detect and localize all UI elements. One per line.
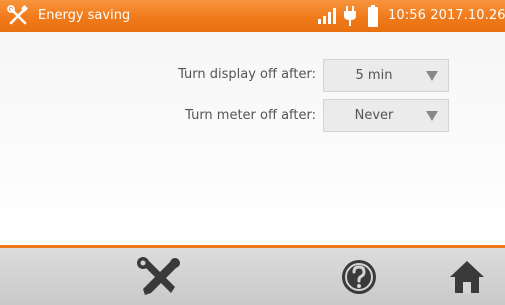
dropdown-arrow-icon bbox=[426, 111, 438, 121]
tools-icon bbox=[137, 256, 180, 295]
meter-off-label: Turn meter off after: bbox=[185, 108, 316, 123]
plug-icon bbox=[344, 6, 356, 26]
tools-button[interactable] bbox=[124, 248, 194, 305]
page-title: Energy saving bbox=[38, 8, 131, 23]
display-off-label: Turn display off after: bbox=[178, 67, 316, 82]
signal-icon bbox=[318, 8, 336, 24]
display-off-select[interactable]: 5 min bbox=[323, 59, 449, 92]
home-button[interactable] bbox=[432, 248, 502, 305]
tools-icon bbox=[7, 5, 29, 25]
help-button[interactable] bbox=[324, 248, 394, 305]
meter-off-value: Never bbox=[354, 108, 394, 123]
settings-panel: Turn display off after: 5 min Turn meter… bbox=[0, 32, 505, 245]
help-icon bbox=[342, 259, 376, 294]
date-time: 10:56 2017.10.26 bbox=[388, 8, 505, 23]
battery-icon bbox=[368, 5, 378, 27]
meter-off-select[interactable]: Never bbox=[323, 99, 449, 132]
dropdown-arrow-icon bbox=[426, 71, 438, 81]
display-off-value: 5 min bbox=[355, 68, 393, 83]
title-bar: Energy saving 10:56 2017.10.26 bbox=[0, 0, 505, 32]
home-icon bbox=[450, 260, 484, 293]
bottom-toolbar bbox=[0, 248, 505, 305]
